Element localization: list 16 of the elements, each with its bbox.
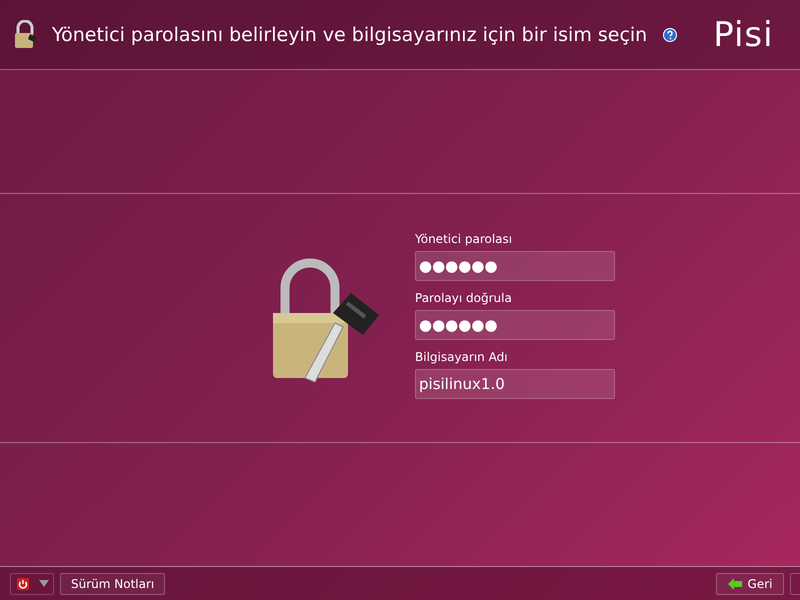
back-button[interactable]: Geri [716, 572, 784, 594]
field-label: Bilgisayarın Adı [415, 350, 509, 364]
window-title: Yönetici parolasını belirleyin ve bilgisayarınız için bir isim seçin [52, 24, 648, 46]
help-icon[interactable] [663, 28, 678, 42]
release-notes-button[interactable]: Sürüm Notları [60, 572, 166, 594]
field-label: Yönetici parolası [415, 232, 514, 246]
padlock-icon [12, 20, 40, 50]
input-field[interactable]: ●●●●●● [415, 310, 615, 340]
power-icon [16, 576, 30, 590]
left-arrow-icon [728, 578, 742, 590]
menu-button[interactable] [10, 572, 54, 594]
dropdown-caret-icon [38, 580, 48, 587]
input-field[interactable]: ●●●●●● [415, 250, 615, 280]
logo-text: Pisi [713, 14, 774, 54]
field-label: Parolayı doğrula [415, 290, 513, 304]
input-field[interactable]: pisilinux1.0 [415, 368, 615, 398]
